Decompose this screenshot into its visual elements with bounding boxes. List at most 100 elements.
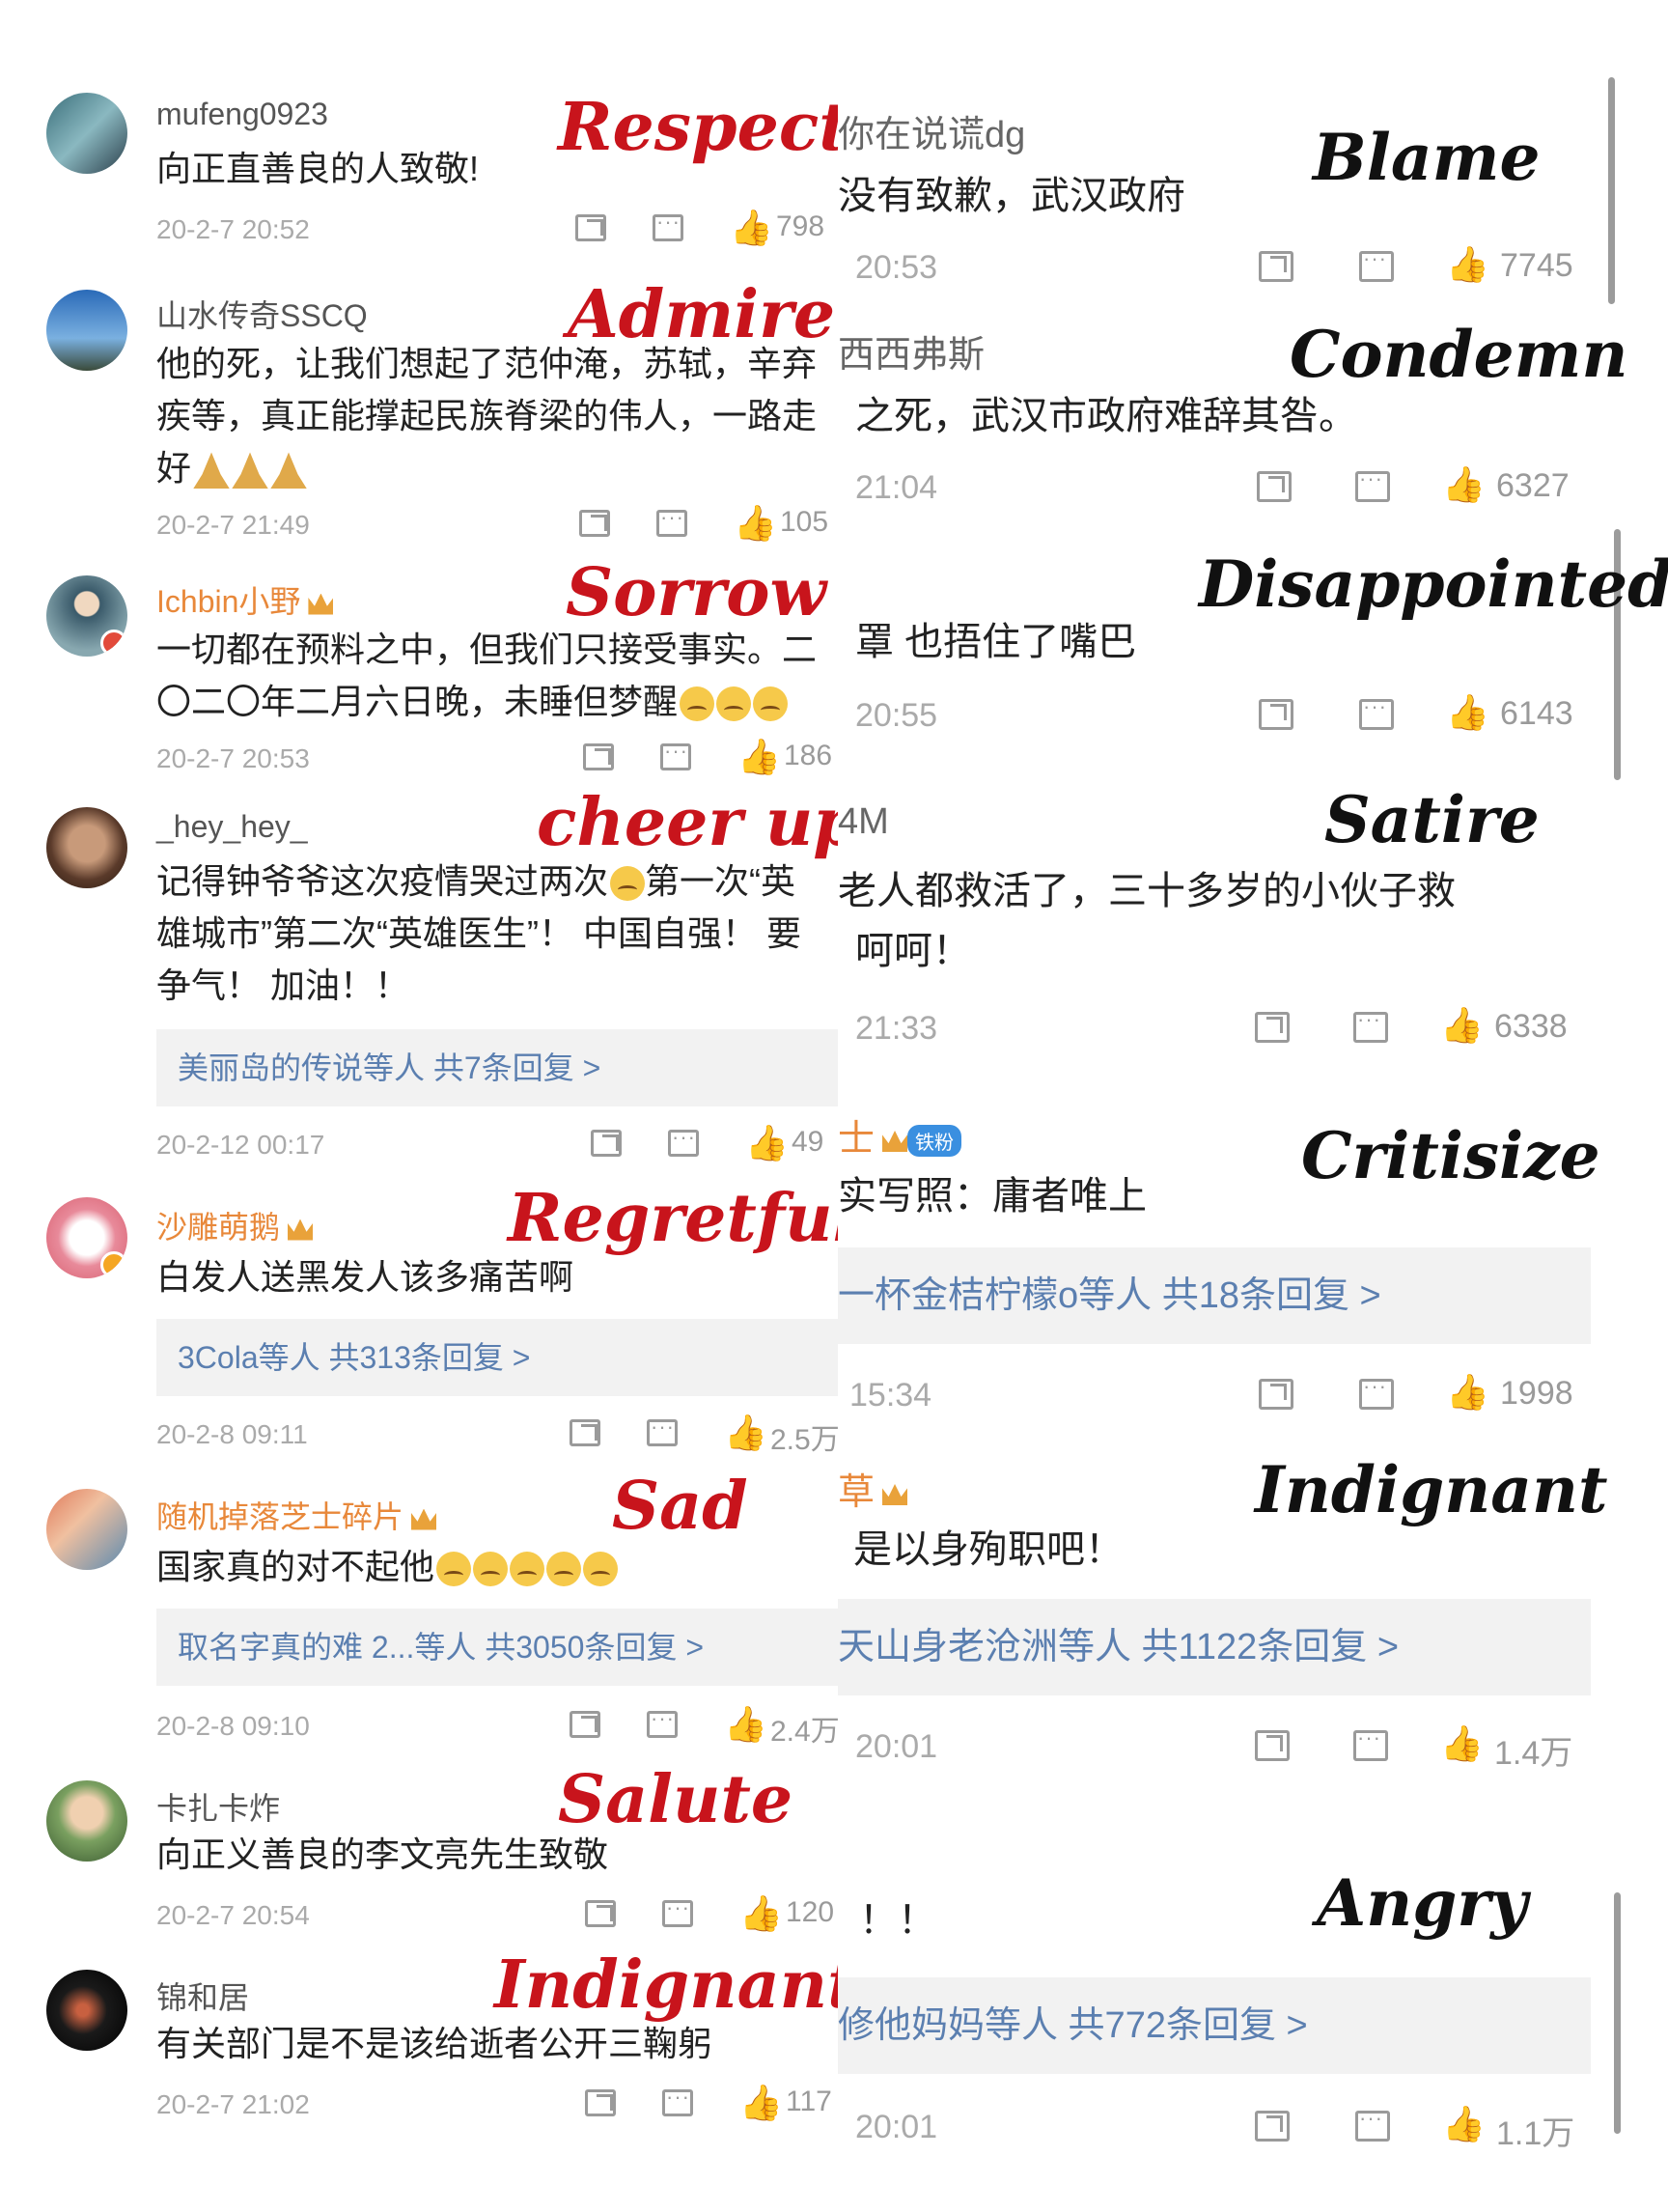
crown-icon: [308, 593, 334, 615]
comment-text: 罩 也捂住了嘴巴: [855, 621, 1137, 663]
thumbs-up-icon[interactable]: 👍: [1446, 1373, 1489, 1412]
username[interactable]: 西西弗斯: [838, 324, 985, 378]
comment-time: 20-2-7 20:52: [156, 214, 310, 244]
avatar[interactable]: [46, 290, 127, 371]
repost-icon[interactable]: [1255, 1730, 1290, 1761]
thumbs-up-icon[interactable]: 👍: [1440, 1724, 1484, 1763]
comment-icon[interactable]: [1359, 246, 1394, 282]
avatar[interactable]: [46, 93, 127, 174]
scrollbar[interactable]: [1614, 1892, 1621, 2134]
username[interactable]: _hey_hey_: [156, 809, 308, 845]
like-count: 120: [786, 1896, 835, 1928]
repost-icon[interactable]: [1259, 1379, 1293, 1410]
comment-icon[interactable]: [1353, 1725, 1388, 1761]
comment-text-line: 国家真的对不起他: [156, 1541, 619, 1593]
username[interactable]: 沙雕萌鹅: [156, 1203, 314, 1247]
thumbs-up-icon[interactable]: 👍: [737, 738, 781, 776]
like-count: 6327: [1496, 467, 1570, 504]
comment-icon[interactable]: [1355, 2106, 1390, 2142]
reply-summary-link[interactable]: 美丽岛的传说等人 共7条回复 >: [156, 1029, 838, 1106]
reply-summary-link[interactable]: 修他妈妈等人 共772条回复 >: [838, 1977, 1591, 2074]
thumbs-up-icon[interactable]: 👍: [1440, 1006, 1484, 1045]
crown-icon: [882, 1483, 908, 1505]
username[interactable]: 士铁粉: [838, 1108, 962, 1162]
comment-icon[interactable]: [660, 739, 691, 770]
comment-text: ！！: [859, 1899, 936, 1942]
repost-icon[interactable]: [583, 743, 614, 770]
comment-icon[interactable]: [1355, 466, 1390, 502]
avatar[interactable]: [46, 807, 127, 888]
username[interactable]: 草: [838, 1462, 908, 1515]
reply-summary-link[interactable]: 取名字真的难 2...等人 共3050条回复 >: [156, 1609, 838, 1686]
username[interactable]: 随机掉落芝士碎片: [156, 1493, 437, 1537]
avatar[interactable]: [46, 1780, 127, 1862]
emotion-label: Angry: [1317, 1865, 1528, 1941]
emotion-label: Disappointed: [1199, 546, 1668, 622]
repost-icon[interactable]: [570, 1711, 600, 1738]
repost-icon[interactable]: [579, 510, 610, 537]
thumbs-up-icon[interactable]: 👍: [739, 2084, 783, 2122]
comment-icon[interactable]: [656, 505, 687, 537]
repost-icon[interactable]: [1255, 2111, 1290, 2142]
repost-icon[interactable]: [1259, 699, 1293, 730]
comment-actions: 👍 2.5万: [564, 1414, 838, 1456]
pray-emoji-icon: [193, 452, 231, 490]
comment-icon[interactable]: [647, 1414, 678, 1446]
comment-actions: 👍 6327: [1245, 465, 1651, 508]
comment-actions: 👍 117: [579, 2084, 838, 2126]
comment-actions: 👍 1.4万: [1243, 1724, 1649, 1772]
repost-icon[interactable]: [570, 1419, 600, 1446]
avatar[interactable]: [46, 1197, 127, 1278]
emotion-label: Indignant: [494, 1946, 838, 2024]
avatar[interactable]: [46, 1970, 127, 2051]
reply-summary-link[interactable]: 天山身老沧洲等人 共1122条回复 >: [838, 1599, 1591, 1695]
repost-icon[interactable]: [1255, 1012, 1290, 1043]
repost-icon[interactable]: [1257, 471, 1292, 502]
reply-summary-link[interactable]: 3Cola等人 共313条回复 >: [156, 1319, 838, 1396]
thumbs-up-icon[interactable]: 👍: [730, 209, 773, 247]
thumbs-up-icon[interactable]: 👍: [739, 1894, 783, 1933]
comment-icon[interactable]: [1359, 694, 1394, 730]
username[interactable]: 锦和居: [156, 1974, 249, 2018]
comment-icon[interactable]: [1353, 1007, 1388, 1043]
username[interactable]: 山水传奇SSCQ: [156, 292, 368, 336]
comment-icon[interactable]: [653, 210, 683, 241]
comment-time: 20-2-7 20:53: [156, 743, 310, 773]
username[interactable]: Ichbin小野: [156, 577, 334, 622]
username[interactable]: mufeng0923: [156, 97, 328, 132]
repost-icon[interactable]: [1259, 251, 1293, 282]
repost-icon[interactable]: [585, 2089, 616, 2116]
comment-text: 是以身殉职吧！: [853, 1528, 1124, 1571]
comment-icon[interactable]: [1359, 1374, 1394, 1410]
comment-icon[interactable]: [662, 2085, 693, 2116]
reply-summary-text: 3Cola等人 共313条回复 >: [178, 1340, 531, 1375]
comment-icon[interactable]: [662, 1895, 693, 1927]
comment-text-line: 争气！ 加油！！: [156, 966, 410, 1005]
username[interactable]: 卡扎卡炸: [156, 1784, 280, 1829]
thumbs-up-icon[interactable]: 👍: [724, 1414, 767, 1452]
thumbs-up-icon[interactable]: 👍: [1442, 465, 1486, 504]
thumbs-up-icon[interactable]: 👍: [734, 504, 777, 543]
comment-actions: 👍 6143: [1245, 693, 1651, 736]
username[interactable]: 4M: [838, 801, 889, 843]
thumbs-up-icon[interactable]: 👍: [724, 1705, 767, 1744]
comment-actions: 👍 2.4万: [564, 1705, 838, 1748]
thumbs-up-icon[interactable]: 👍: [1442, 2105, 1486, 2143]
reply-summary-link[interactable]: 一杯金桔柠檬o等人 共18条回复 >: [838, 1247, 1591, 1344]
avatar[interactable]: [46, 575, 127, 657]
emotion-label: Sorrow: [566, 554, 827, 631]
repost-icon[interactable]: [575, 214, 606, 241]
crying-emoji-icon: [546, 1552, 582, 1587]
like-count: 1.1万: [1496, 2115, 1575, 2152]
comment-time: 20:55: [855, 697, 938, 734]
avatar[interactable]: [46, 1489, 127, 1570]
thumbs-up-icon[interactable]: 👍: [1446, 245, 1489, 284]
repost-icon[interactable]: [585, 1900, 616, 1927]
comment-icon[interactable]: [647, 1706, 678, 1738]
thumbs-up-icon[interactable]: 👍: [1446, 693, 1489, 732]
username[interactable]: 你在说谎dg: [838, 104, 1025, 157]
thumbs-up-icon[interactable]: 👍: [745, 1124, 789, 1162]
comment-icon[interactable]: [668, 1125, 699, 1157]
comment-actions: 👍 6338: [1245, 1006, 1651, 1049]
repost-icon[interactable]: [591, 1130, 622, 1157]
